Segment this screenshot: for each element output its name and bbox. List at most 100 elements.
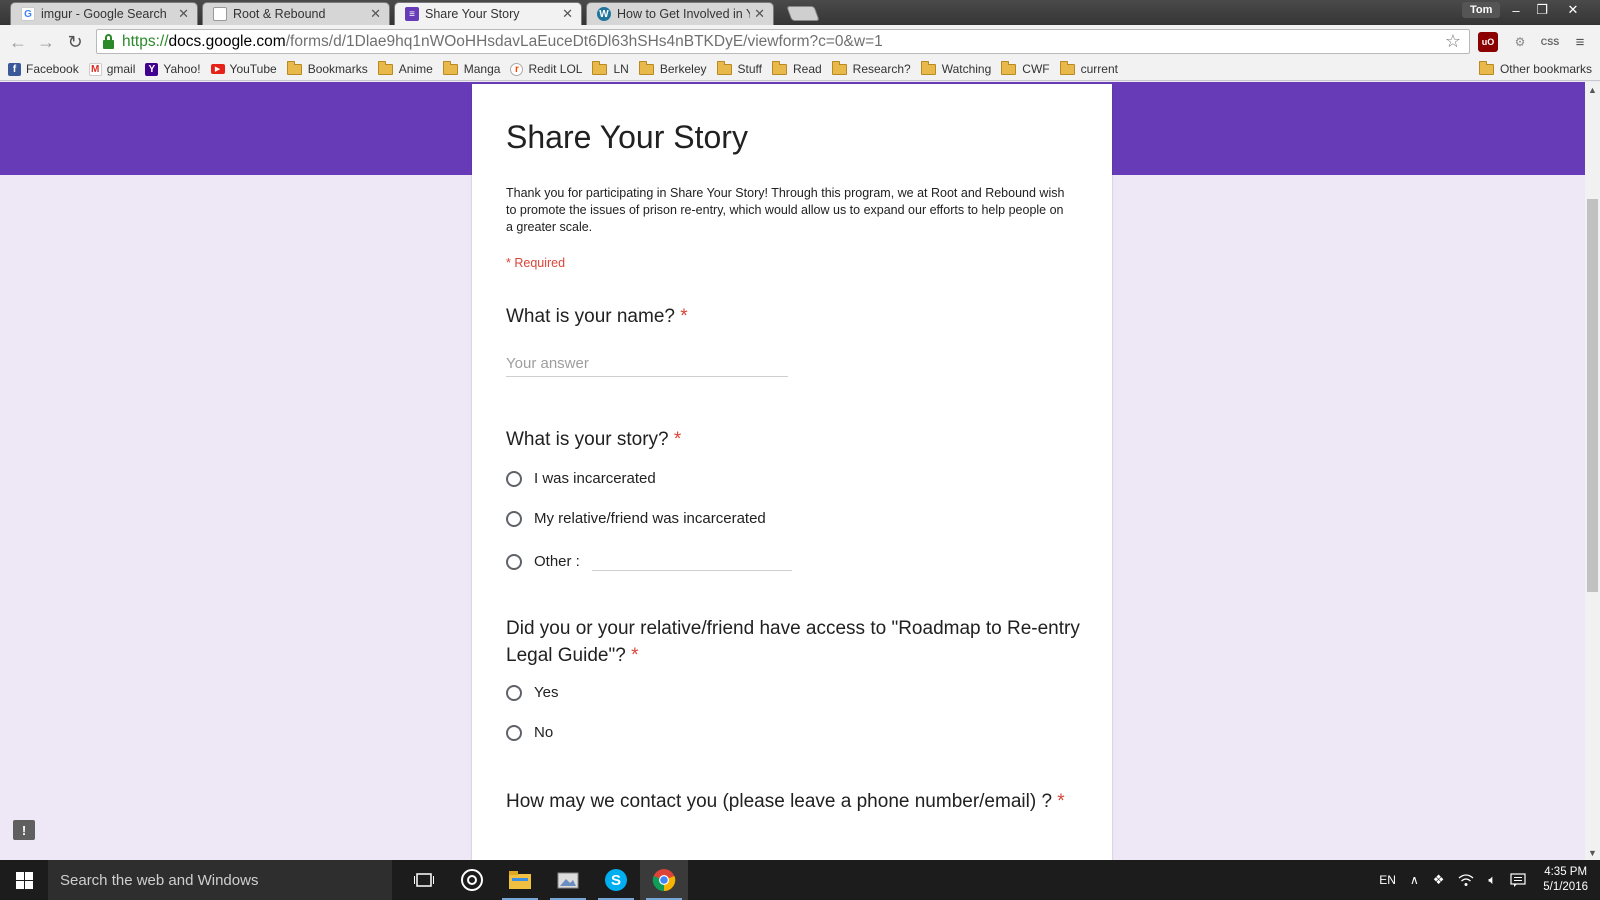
radio-option-yes[interactable]: Yes bbox=[506, 684, 558, 701]
other-bookmarks[interactable]: Other bookmarks bbox=[1478, 60, 1592, 76]
required-asterisk: * bbox=[673, 429, 682, 450]
bookmark-folder-manga[interactable]: Manga bbox=[442, 60, 501, 76]
radio-option-relative-incarcerated[interactable]: My relative/friend was incarcerated bbox=[506, 510, 766, 527]
ublock-icon[interactable]: uO bbox=[1478, 32, 1498, 52]
folder-icon bbox=[592, 60, 608, 75]
bookmark-folder-research[interactable]: Research? bbox=[831, 60, 911, 76]
forward-icon[interactable]: → bbox=[34, 30, 58, 54]
tab-how-to-get-involved[interactable]: W How to Get Involved in Yo ✕ bbox=[586, 2, 774, 25]
form-card: Share Your Story Thank you for participa… bbox=[472, 84, 1112, 860]
tab-root-rebound[interactable]: Root & Rebound ✕ bbox=[202, 2, 390, 25]
question-text: What is your story? bbox=[506, 429, 669, 450]
action-center-icon[interactable] bbox=[1510, 873, 1526, 887]
page-icon bbox=[213, 7, 227, 21]
file-explorer-icon[interactable] bbox=[496, 860, 544, 900]
bookmark-folder-berkeley[interactable]: Berkeley bbox=[638, 60, 707, 76]
question-text: How may we contact you (please leave a p… bbox=[506, 791, 1053, 812]
bookmark-label: Yahoo! bbox=[163, 62, 201, 76]
other-text-input[interactable] bbox=[591, 570, 792, 571]
clock-time: 4:35 PM bbox=[1544, 866, 1588, 878]
required-asterisk: * bbox=[631, 645, 639, 666]
close-tab-icon[interactable]: ✕ bbox=[370, 6, 381, 22]
close-tab-icon[interactable]: ✕ bbox=[754, 6, 765, 22]
bookmark-label: Manga bbox=[463, 62, 501, 76]
new-tab-button[interactable] bbox=[786, 6, 820, 21]
bookmark-facebook[interactable]: f Facebook bbox=[8, 62, 79, 76]
bookmark-folder-anime[interactable]: Anime bbox=[377, 60, 433, 76]
extension-icon[interactable]: ⚙ bbox=[1510, 32, 1530, 52]
gmail-icon: M bbox=[88, 62, 102, 76]
chrome-icon[interactable] bbox=[640, 860, 688, 900]
radio-option-incarcerated[interactable]: I was incarcerated bbox=[506, 470, 656, 487]
bookmark-yahoo[interactable]: Y Yahoo! bbox=[145, 62, 201, 76]
task-view-icon[interactable] bbox=[400, 860, 448, 900]
folder-icon bbox=[1001, 60, 1017, 75]
groove-music-icon[interactable] bbox=[448, 860, 496, 900]
bookmark-folder-current[interactable]: current bbox=[1059, 60, 1118, 76]
back-icon[interactable]: ← bbox=[6, 30, 30, 54]
url-domain: docs.google.com bbox=[168, 32, 286, 50]
required-asterisk: * bbox=[1057, 791, 1065, 812]
option-label: No bbox=[534, 724, 554, 741]
lock-icon bbox=[103, 33, 114, 49]
feedback-icon[interactable]: ! bbox=[13, 820, 35, 840]
close-window-icon[interactable]: ✕ bbox=[1560, 0, 1586, 20]
bookmark-label: Stuff bbox=[737, 62, 762, 76]
language-indicator[interactable]: EN bbox=[1379, 873, 1396, 887]
bookmark-youtube[interactable]: ▶ YouTube bbox=[210, 62, 277, 76]
bookmark-reddit[interactable]: r Redit LOL bbox=[510, 62, 582, 76]
clock[interactable]: 4:35 PM 5/1/2016 bbox=[1543, 865, 1588, 895]
menu-icon[interactable]: ≡ bbox=[1570, 32, 1590, 52]
profile-button[interactable]: Tom bbox=[1462, 2, 1501, 18]
tab-imgur-search[interactable]: G imgur - Google Search ✕ bbox=[10, 2, 198, 25]
tab-title: How to Get Involved in Yo bbox=[617, 7, 751, 21]
radio-circle-icon[interactable] bbox=[506, 553, 522, 570]
bookmark-label: LN bbox=[613, 62, 629, 76]
folder-icon bbox=[638, 60, 654, 75]
reload-icon[interactable]: ↻ bbox=[63, 30, 87, 54]
css-icon[interactable]: CSS bbox=[1540, 32, 1560, 52]
minimize-icon[interactable]: – bbox=[1503, 0, 1529, 20]
close-tab-icon[interactable]: ✕ bbox=[178, 6, 189, 22]
bookmark-folder-watching[interactable]: Watching bbox=[920, 60, 992, 76]
bookmark-folder-read[interactable]: Read bbox=[771, 60, 822, 76]
dropbox-icon[interactable]: ❖ bbox=[1433, 872, 1445, 888]
photos-icon[interactable] bbox=[544, 860, 592, 900]
browser-toolbar: ← → ↻ https:// docs.google.com /forms/d/… bbox=[0, 25, 1600, 58]
radio-option-no[interactable]: No bbox=[506, 724, 553, 741]
scroll-down-icon[interactable]: ▼ bbox=[1585, 845, 1600, 860]
tab-share-your-story[interactable]: ≡ Share Your Story ✕ bbox=[394, 2, 582, 25]
bookmark-gmail[interactable]: Mgmail bbox=[88, 62, 135, 76]
show-hidden-icons-icon[interactable]: ∧ bbox=[1410, 873, 1419, 887]
close-tab-icon[interactable]: ✕ bbox=[562, 6, 573, 22]
option-label: My relative/friend was incarcerated bbox=[534, 510, 766, 527]
bookmark-star-icon[interactable]: ☆ bbox=[1445, 31, 1461, 52]
radio-circle-icon[interactable] bbox=[506, 724, 522, 741]
restore-icon[interactable]: ❐ bbox=[1529, 0, 1555, 20]
page-scrollbar[interactable]: ▲ ▼ bbox=[1585, 82, 1600, 860]
radio-circle-icon[interactable] bbox=[506, 510, 522, 527]
radio-circle-icon[interactable] bbox=[506, 470, 522, 487]
clock-date: 5/1/2016 bbox=[1543, 881, 1588, 893]
radio-option-other[interactable]: Other : bbox=[506, 552, 792, 571]
radio-circle-icon[interactable] bbox=[506, 684, 522, 701]
name-input[interactable]: Your answer bbox=[506, 355, 788, 377]
question-contact-title: How may we contact you (please leave a p… bbox=[506, 788, 1086, 815]
volume-icon[interactable]: 🔈︎ bbox=[1488, 872, 1496, 888]
wifi-icon[interactable] bbox=[1458, 873, 1474, 887]
taskbar-search[interactable]: Search the web and Windows bbox=[48, 860, 392, 900]
bookmark-folder-bookmarks[interactable]: Bookmarks bbox=[286, 60, 368, 76]
folder-icon bbox=[716, 60, 732, 75]
bookmark-folder-stuff[interactable]: Stuff bbox=[716, 60, 762, 76]
bookmark-label: Watching bbox=[941, 62, 992, 76]
scroll-up-icon[interactable]: ▲ bbox=[1585, 82, 1600, 97]
skype-icon[interactable]: S bbox=[592, 860, 640, 900]
bookmark-folder-ln[interactable]: LN bbox=[592, 60, 629, 76]
address-bar[interactable]: https:// docs.google.com /forms/d/1Dlae9… bbox=[96, 29, 1470, 54]
start-button[interactable] bbox=[0, 860, 48, 900]
required-asterisk: * bbox=[680, 306, 688, 327]
bookmark-folder-cwf[interactable]: CWF bbox=[1001, 60, 1050, 76]
tab-title: Share Your Story bbox=[425, 7, 520, 21]
scroll-thumb[interactable] bbox=[1587, 199, 1598, 592]
option-label: I was incarcerated bbox=[534, 470, 656, 487]
